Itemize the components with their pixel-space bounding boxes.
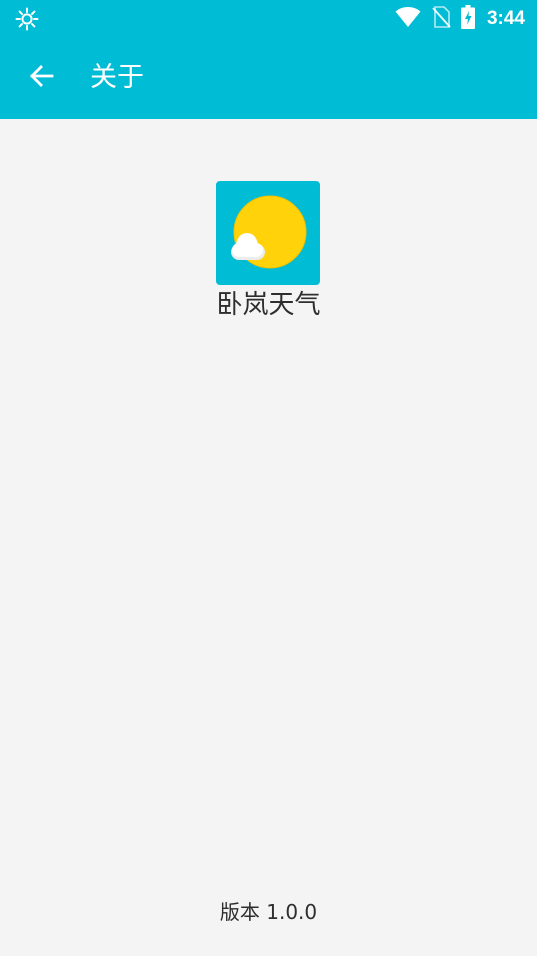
- back-button[interactable]: [21, 57, 63, 99]
- wifi-icon: [395, 6, 421, 32]
- status-icons: 3:44: [395, 0, 525, 38]
- status-time: 3:44: [486, 8, 525, 29]
- app-name: 卧岚天气: [216, 290, 321, 320]
- version-label: 版本: [219, 900, 260, 924]
- no-sim-icon: [431, 6, 451, 32]
- brightness-icon: [15, 7, 39, 31]
- about-screen: 3:44 关于 卧岚天气 版本 1.0.0: [0, 0, 537, 956]
- status-bar: 3:44: [0, 0, 537, 38]
- version-info: 版本 1.0.0: [0, 897, 537, 927]
- app-icon: [216, 181, 320, 285]
- weather-sun-cloud-icon: [216, 195, 320, 285]
- arrow-back-icon: [28, 62, 56, 94]
- battery-charging-icon: [460, 5, 475, 33]
- app-bar: 关于: [0, 38, 537, 119]
- version-number: 1.0.0: [266, 900, 318, 924]
- page-title: 关于: [90, 62, 144, 93]
